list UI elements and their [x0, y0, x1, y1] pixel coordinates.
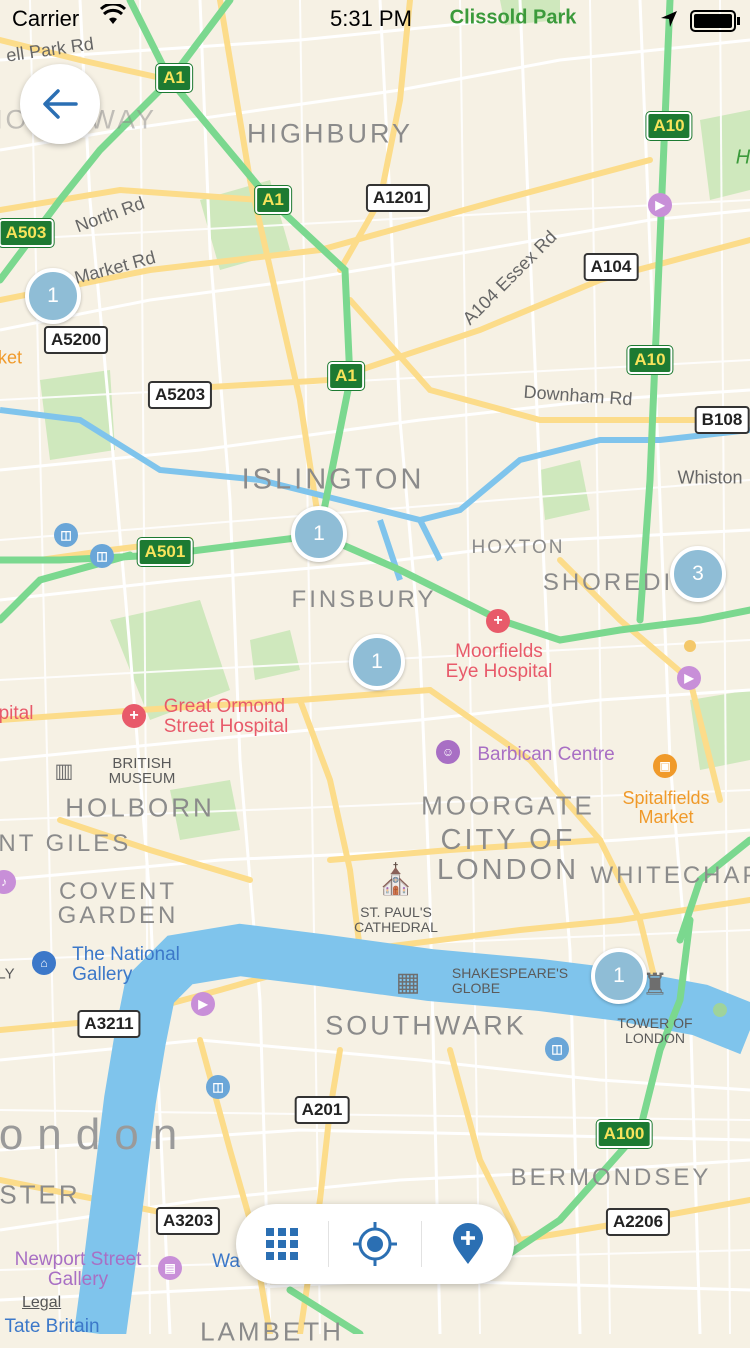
cluster-marker[interactable]: 1 — [591, 948, 647, 1004]
train-icon[interactable]: ◫ — [206, 1075, 230, 1099]
status-bar: Carrier 5:31 PM — [0, 0, 750, 40]
road-shield-a100: A100 — [597, 1120, 652, 1148]
wifi-icon — [100, 4, 126, 32]
road-shield-a1-south: A1 — [328, 362, 364, 390]
clock: 5:31 PM — [330, 6, 412, 32]
park-dot-icon[interactable] — [713, 1003, 727, 1017]
train-icon[interactable]: ◫ — [545, 1037, 569, 1061]
hospital-icon[interactable]: + — [486, 609, 510, 633]
road-shield-a1201: A1201 — [366, 184, 430, 212]
street-label-ket: ket — [0, 349, 22, 368]
globe-theatre-icon[interactable]: ▦ — [396, 967, 421, 998]
location-arrow-icon — [660, 8, 678, 34]
cinema-icon[interactable]: ▶ — [648, 193, 672, 217]
road-shield-a201: A201 — [295, 1096, 350, 1124]
area-label-holborn: HOLBORN — [65, 793, 215, 824]
area-label-pimlico: STER — [0, 1180, 81, 1211]
cinema-icon[interactable]: ▶ — [191, 992, 215, 1016]
area-label-london: ondon — [0, 1110, 191, 1160]
poi-label-tower-of-london[interactable]: TOWER OF LONDON — [617, 1016, 692, 1046]
road-shield-a1-north: A1 — [156, 64, 192, 92]
road-shield-a501: A501 — [138, 538, 193, 566]
grid-icon — [265, 1227, 299, 1261]
area-label-city-of-london: CITY OF LONDON — [437, 825, 579, 885]
cinema-icon[interactable]: ▶ — [677, 666, 701, 690]
museum-building-icon[interactable]: ▥ — [55, 759, 74, 784]
poi-label-gallery-left[interactable]: LY — [0, 967, 15, 982]
area-label-whitechapel: WHITECHAP — [591, 862, 750, 890]
cluster-marker[interactable]: 1 — [25, 268, 81, 324]
grid-button[interactable] — [236, 1204, 328, 1284]
cluster-marker[interactable]: 3 — [670, 546, 726, 602]
area-label-st-giles: INT GILES — [0, 830, 131, 858]
arrow-left-icon — [42, 88, 78, 120]
poi-label-tate-britain[interactable]: Tate Britain — [4, 1317, 99, 1337]
museum-icon[interactable]: ⌂ — [32, 951, 56, 975]
back-button[interactable] — [20, 64, 100, 144]
area-label-highbury: HIGHBURY — [247, 119, 413, 150]
shopping-bag-icon[interactable]: ▣ — [653, 754, 677, 778]
poi-label-barbican[interactable]: Barbican Centre — [477, 745, 614, 765]
hospital-icon[interactable]: + — [122, 704, 146, 728]
add-pin-icon — [452, 1223, 484, 1265]
road-shield-a1-mid: A1 — [255, 186, 291, 214]
area-label-southwark: SOUTHWARK — [325, 1011, 527, 1042]
gallery-icon[interactable]: ▤ — [158, 1256, 182, 1280]
area-label-covent-garden: COVENT GARDEN — [58, 880, 179, 928]
poi-label-h[interactable]: H — [736, 147, 750, 170]
poi-label-british-museum[interactable]: BRITISH MUSEUM — [109, 756, 176, 786]
poi-label-great-ormond[interactable]: Great Ormond Street Hospital — [164, 697, 289, 737]
carrier-label: Carrier — [12, 6, 79, 32]
area-label-finsbury: FINSBURY — [292, 586, 437, 614]
cathedral-icon[interactable]: ⛪ — [377, 863, 414, 898]
train-icon[interactable]: ◫ — [54, 523, 78, 547]
battery-icon — [690, 10, 742, 38]
poi-label-hospital-left[interactable]: pital — [0, 704, 33, 724]
road-shield-a10-north: A10 — [646, 112, 691, 140]
area-label-lambeth: LAMBETH — [200, 1317, 344, 1348]
road-shield-a104: A104 — [584, 253, 639, 281]
map-toolbar — [236, 1204, 514, 1284]
road-shield-a3203: A3203 — [156, 1207, 220, 1235]
legal-link[interactable]: Legal — [22, 1294, 61, 1312]
road-shield-a2206: A2206 — [606, 1208, 670, 1236]
area-label-bermondsey: BERMONDSEY — [511, 1164, 712, 1192]
locate-button[interactable] — [329, 1204, 421, 1284]
road-shield-a503: A503 — [0, 219, 53, 247]
street-label-whiston: Whiston — [677, 468, 742, 489]
place-dot-icon[interactable] — [684, 640, 696, 652]
poi-label-st-pauls[interactable]: ST. PAUL'S CATHEDRAL — [354, 905, 438, 935]
poi-label-shakespeares-globe[interactable]: SHAKESPEARE'S GLOBE — [452, 966, 568, 996]
poi-label-spitalfields[interactable]: Spitalfields Market — [622, 789, 709, 827]
road-shield-a10-south: A10 — [627, 346, 672, 374]
road-shield-a5203: A5203 — [148, 381, 212, 409]
area-label-shoreditch: SHOREDI — [543, 569, 673, 597]
cluster-marker[interactable]: 1 — [349, 634, 405, 690]
area-label-hoxton: HOXTON — [472, 537, 565, 559]
add-pin-button[interactable] — [422, 1204, 514, 1284]
train-icon[interactable]: ◫ — [90, 544, 114, 568]
poi-label-national-gallery[interactable]: The National Gallery — [72, 945, 180, 985]
road-shield-a5200: A5200 — [44, 326, 108, 354]
cluster-marker[interactable]: 1 — [291, 506, 347, 562]
theater-icon[interactable]: ☺ — [436, 740, 460, 764]
road-shield-b108: B108 — [695, 406, 750, 434]
poi-label-newport-street-gallery[interactable]: Newport Street Gallery — [15, 1250, 142, 1290]
poi-label-moorfields[interactable]: Moorfields Eye Hospital — [446, 642, 553, 682]
area-label-moorgate: MOORGATE — [421, 791, 595, 822]
road-shield-a3211: A3211 — [77, 1010, 140, 1038]
locate-icon — [352, 1221, 398, 1267]
area-label-islington: ISLINGTON — [242, 464, 425, 497]
